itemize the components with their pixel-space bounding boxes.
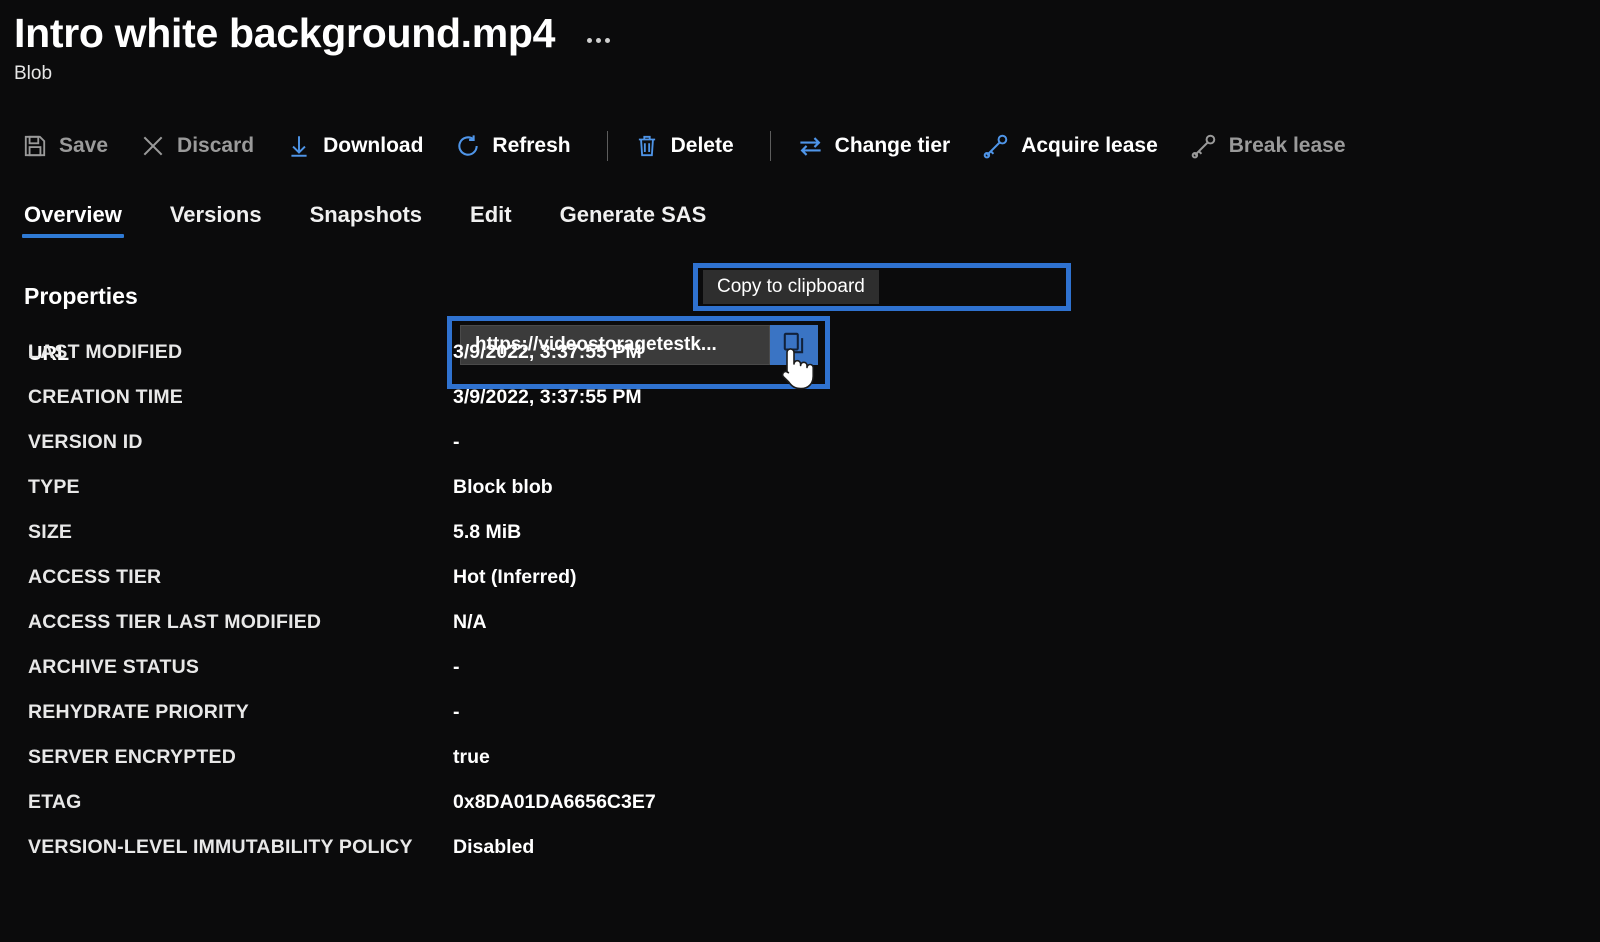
table-row: ACCESS TIER Hot (Inferred) xyxy=(0,555,1100,600)
page-subtitle: Blob xyxy=(14,63,53,85)
acquire-lease-button[interactable]: Acquire lease xyxy=(978,128,1172,164)
download-icon xyxy=(286,133,312,159)
property-label: VERSION ID xyxy=(28,431,143,453)
dot xyxy=(605,38,611,44)
properties-heading: Properties xyxy=(24,283,138,309)
property-value: true xyxy=(453,746,490,768)
property-label: SERVER ENCRYPTED xyxy=(28,746,236,768)
table-row: SERVER ENCRYPTED true xyxy=(0,735,1100,780)
trash-icon xyxy=(634,133,660,159)
dot xyxy=(596,38,602,44)
change-tier-label: Change tier xyxy=(834,134,951,157)
property-label: ACCESS TIER LAST MODIFIED xyxy=(28,611,322,633)
download-label: Download xyxy=(323,134,424,157)
swap-arrows-icon xyxy=(797,133,824,160)
title-row: Intro white background.mp4 xyxy=(0,0,1600,57)
property-value: 3/9/2022, 3:37:55 PM xyxy=(453,386,642,408)
save-button[interactable]: Save xyxy=(18,129,122,163)
table-row: ACCESS TIER LAST MODIFIED N/A xyxy=(0,600,1100,645)
property-value: - xyxy=(453,431,460,453)
discard-button[interactable]: Discard xyxy=(136,129,268,163)
property-value: 3/9/2022, 3:37:55 PM xyxy=(453,341,642,363)
discard-label: Discard xyxy=(177,134,255,157)
table-row: CREATION TIME 3/9/2022, 3:37:55 PM xyxy=(0,375,1100,420)
property-value: 5.8 MiB xyxy=(453,521,522,543)
break-lease-button[interactable]: Break lease xyxy=(1186,128,1360,164)
property-value: Block blob xyxy=(453,476,553,498)
property-value: Hot (Inferred) xyxy=(453,566,577,588)
tab-edit[interactable]: Edit xyxy=(468,198,514,244)
table-row: VERSION ID - xyxy=(0,420,1100,465)
property-value: N/A xyxy=(453,611,487,633)
property-label: ARCHIVE STATUS xyxy=(28,656,200,678)
command-bar: Save Discard Download Refresh Delete Cha… xyxy=(0,120,1600,172)
toolbar-separator xyxy=(606,131,608,161)
table-row: ETAG 0x8DA01DA6656C3E7 xyxy=(0,780,1100,825)
tab-snapshots[interactable]: Snapshots xyxy=(308,198,424,244)
table-row: ARCHIVE STATUS - xyxy=(0,645,1100,690)
table-row: REHYDRATE PRIORITY - xyxy=(0,690,1100,735)
delete-button[interactable]: Delete xyxy=(630,129,748,163)
delete-label: Delete xyxy=(670,134,734,157)
property-label: REHYDRATE PRIORITY xyxy=(28,701,250,723)
close-icon xyxy=(140,133,166,159)
page-header: Intro white background.mp4 Blob xyxy=(0,0,1600,85)
table-row: LAST MODIFIED 3/9/2022, 3:37:55 PM xyxy=(0,330,1100,375)
change-tier-button[interactable]: Change tier xyxy=(793,129,965,164)
acquire-lease-label: Acquire lease xyxy=(1021,134,1158,157)
refresh-label: Refresh xyxy=(492,134,571,157)
table-row: TYPE Block blob xyxy=(0,465,1100,510)
copy-to-clipboard-tooltip: Copy to clipboard xyxy=(703,270,879,304)
property-label: VERSION-LEVEL IMMUTABILITY POLICY xyxy=(28,836,413,858)
download-button[interactable]: Download xyxy=(282,129,437,163)
refresh-icon xyxy=(455,133,481,159)
property-value: Disabled xyxy=(453,836,535,858)
property-label: CREATION TIME xyxy=(28,386,183,408)
property-value: - xyxy=(453,656,460,678)
toolbar-separator xyxy=(769,131,771,161)
tab-versions[interactable]: Versions xyxy=(168,198,264,244)
tab-generate-sas[interactable]: Generate SAS xyxy=(558,198,709,244)
properties-table: LAST MODIFIED 3/9/2022, 3:37:55 PM CREAT… xyxy=(0,330,1100,870)
page-title: Intro white background.mp4 xyxy=(14,10,556,56)
property-label: SIZE xyxy=(28,521,73,543)
save-label: Save xyxy=(59,134,109,157)
key-icon xyxy=(982,132,1010,160)
key-broken-icon xyxy=(1190,132,1218,160)
more-options-icon[interactable] xyxy=(581,24,616,44)
break-lease-label: Break lease xyxy=(1228,134,1346,157)
property-value: 0x8DA01DA6656C3E7 xyxy=(453,791,656,813)
table-row: SIZE 5.8 MiB xyxy=(0,510,1100,555)
tab-bar: Overview Versions Snapshots Edit Generat… xyxy=(0,198,1600,254)
property-value: - xyxy=(453,701,460,723)
refresh-button[interactable]: Refresh xyxy=(451,129,584,163)
dot xyxy=(587,38,593,44)
tab-overview[interactable]: Overview xyxy=(22,198,124,244)
property-label: TYPE xyxy=(28,476,80,498)
save-icon xyxy=(22,133,48,159)
property-label: ETAG xyxy=(28,791,82,813)
property-label: LAST MODIFIED xyxy=(28,341,183,363)
property-label: ACCESS TIER xyxy=(28,566,162,588)
table-row: VERSION-LEVEL IMMUTABILITY POLICY Disabl… xyxy=(0,825,1100,870)
